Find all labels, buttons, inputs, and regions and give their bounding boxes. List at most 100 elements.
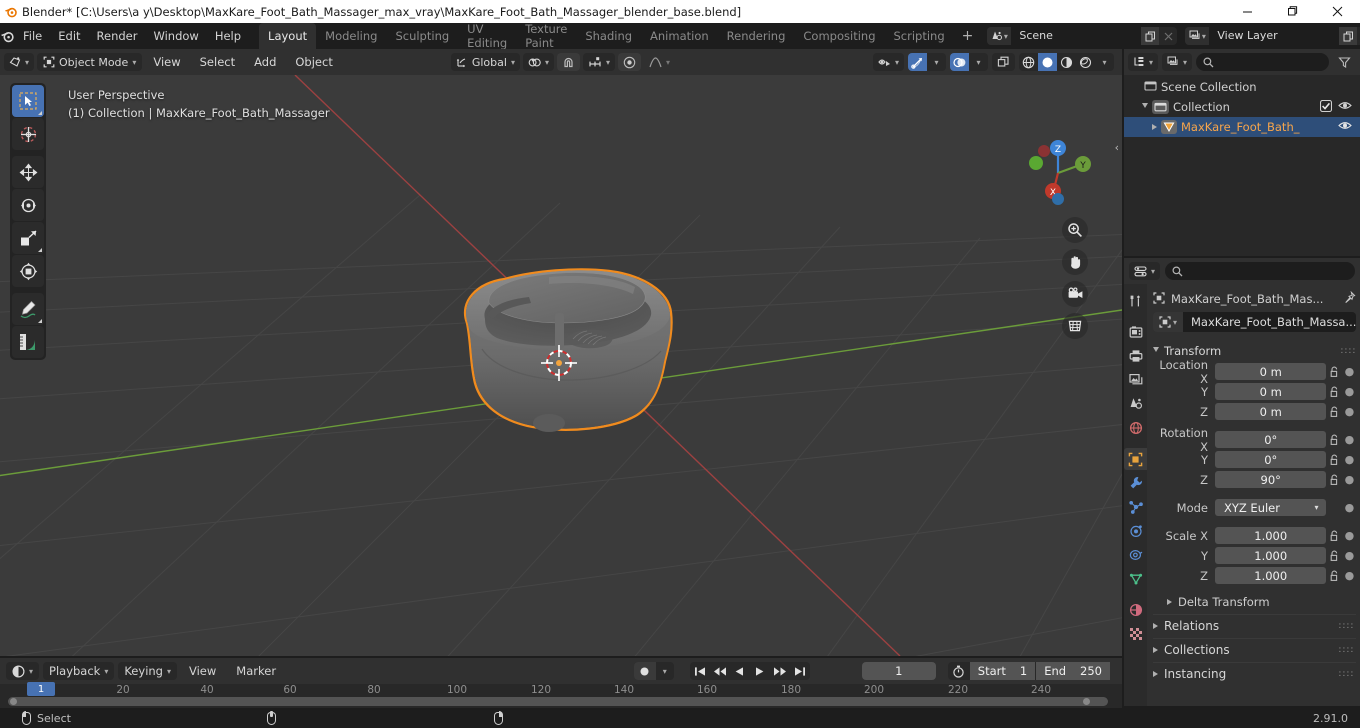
minimize-button[interactable] — [1225, 0, 1270, 23]
blender-menu-icon[interactable] — [0, 29, 15, 44]
animate-property-icon[interactable]: ● — [1342, 501, 1356, 514]
material-preview-icon[interactable] — [1057, 53, 1076, 71]
rotation-x-field[interactable]: 0° — [1215, 431, 1327, 448]
lock-icon[interactable] — [1326, 530, 1342, 542]
navigation-gizmo[interactable]: Z Y X — [1022, 137, 1094, 209]
animate-property-icon[interactable]: ● — [1342, 529, 1356, 542]
scale-x-field[interactable]: 1.000 — [1215, 527, 1327, 544]
menu-window[interactable]: Window — [145, 27, 206, 45]
world-globe-icon[interactable] — [1124, 417, 1147, 439]
lock-icon[interactable] — [1326, 366, 1342, 378]
tab-uv-editing[interactable]: UV Editing — [458, 22, 516, 50]
object-id-block[interactable]: ▾ MaxKare_Foot_Bath_Massa... — [1153, 312, 1357, 332]
new-view-layer-button[interactable] — [1339, 27, 1358, 45]
sidebar-toggle-arrow[interactable]: ‹ — [1115, 141, 1119, 154]
annotate-tool-button[interactable] — [12, 293, 44, 325]
outliner-id-type-icon[interactable]: ▾ — [1162, 53, 1193, 71]
outliner-row-scene-collection[interactable]: Scene Collection — [1124, 77, 1360, 97]
next-keyframe-icon[interactable] — [770, 662, 790, 680]
scene-selector[interactable]: ▾ Scene — [987, 27, 1178, 45]
gizmo-icon[interactable] — [908, 53, 927, 71]
scale-y-field[interactable]: 1.000 — [1215, 547, 1327, 564]
tab-compositing[interactable]: Compositing — [794, 23, 884, 49]
tab-layout[interactable]: Layout — [259, 23, 317, 49]
viewport-menu-view[interactable]: View — [145, 53, 188, 71]
properties-editor[interactable]: ▾ MaxKare_Foot_Bath_Mas... ▾ MaxKare_Foo… — [1124, 258, 1360, 706]
tab-animation[interactable]: Animation — [641, 23, 718, 49]
viewport-menu-object[interactable]: Object — [287, 53, 340, 71]
texture-checker-icon[interactable] — [1124, 623, 1147, 645]
viewport-canvas[interactable]: User Perspective (1) Collection | MaxKar… — [0, 75, 1122, 656]
auto-keying-options-chevron[interactable]: ▾ — [656, 662, 674, 680]
timeline-track[interactable]: 20 40 60 80 100 120 140 160 180 200 220 … — [0, 682, 1122, 708]
timeline-editor[interactable]: ▾ Playback ▾ Keying ▾ View Marker ▾ 1 St… — [0, 658, 1122, 708]
jump-end-icon[interactable] — [790, 662, 810, 680]
lock-icon[interactable] — [1326, 570, 1342, 582]
view-layer-name[interactable]: View Layer — [1209, 27, 1340, 45]
prev-keyframe-icon[interactable] — [710, 662, 730, 680]
animate-property-icon[interactable]: ● — [1342, 365, 1356, 378]
material-sphere-icon[interactable] — [1124, 599, 1147, 621]
stopwatch-icon[interactable] — [948, 662, 970, 680]
tab-rendering[interactable]: Rendering — [718, 23, 795, 49]
checkbox-icon[interactable] — [1319, 99, 1333, 115]
jump-start-icon[interactable] — [690, 662, 710, 680]
mesh-data-triangle-icon[interactable] — [1124, 568, 1147, 590]
scene-name[interactable]: Scene — [1011, 27, 1142, 45]
timeline-menu-view[interactable]: View — [181, 664, 224, 678]
viewport-menu-add[interactable]: Add — [246, 53, 284, 71]
eye-icon[interactable] — [1338, 100, 1352, 114]
overlays-icon[interactable] — [950, 53, 969, 71]
particles-icon[interactable] — [1124, 496, 1147, 518]
tab-texture-paint[interactable]: Texture Paint — [516, 22, 576, 50]
frame-end-field[interactable]: End 250 — [1036, 662, 1110, 680]
tab-scripting[interactable]: Scripting — [885, 23, 954, 49]
pan-hand-icon[interactable] — [1062, 249, 1088, 275]
physics-orbit-icon[interactable] — [1124, 520, 1147, 542]
images-icon[interactable] — [1124, 369, 1147, 391]
scrollbar-handle-left[interactable] — [10, 698, 17, 705]
wireframe-icon[interactable] — [1019, 53, 1038, 71]
rotation-mode-select[interactable]: XYZ Euler ▾ — [1215, 499, 1327, 516]
shading-options-chevron[interactable]: ▾ — [1095, 53, 1114, 71]
object-name-field[interactable]: MaxKare_Foot_Bath_Massa... — [1183, 312, 1357, 332]
overlays-options-chevron[interactable]: ▾ — [969, 53, 988, 71]
new-scene-button[interactable] — [1141, 27, 1160, 45]
transform-tool-button[interactable] — [12, 255, 44, 287]
timeline-editor-icon[interactable]: ▾ — [6, 662, 40, 680]
tab-shading[interactable]: Shading — [576, 23, 641, 49]
panel-drag-dots[interactable]: :::: — [1338, 669, 1356, 679]
animate-property-icon[interactable]: ● — [1342, 549, 1356, 562]
lock-icon[interactable] — [1326, 434, 1342, 446]
timeline-menu-marker[interactable]: Marker — [228, 664, 284, 678]
view-layer-selector[interactable]: ▾ View Layer — [1185, 27, 1360, 45]
pin-icon[interactable] — [1343, 290, 1356, 307]
move-tool-button[interactable] — [12, 156, 44, 188]
animate-property-icon[interactable]: ● — [1342, 473, 1356, 486]
outliner-row-collection[interactable]: Collection — [1124, 97, 1360, 117]
playhead[interactable]: 1 — [27, 682, 55, 696]
viewport-menu-select[interactable]: Select — [192, 53, 243, 71]
scene-cone-icon[interactable] — [1124, 393, 1147, 415]
maximize-button[interactable] — [1270, 0, 1315, 23]
camera-back-icon[interactable] — [1124, 321, 1147, 343]
pivot-point-selector[interactable]: ▾ — [522, 53, 554, 71]
constraint-icon[interactable] — [1124, 544, 1147, 566]
printer-icon[interactable] — [1124, 345, 1147, 367]
timeline-menu-keying[interactable]: Keying ▾ — [118, 662, 177, 680]
3d-viewport[interactable]: User Perspective (1) Collection | MaxKar… — [0, 49, 1122, 656]
cursor-tool-button[interactable] — [12, 118, 44, 150]
tool-icon[interactable] — [1124, 290, 1147, 312]
delta-transform-subpanel[interactable]: Delta Transform — [1153, 592, 1356, 612]
location-z-field[interactable]: 0 m — [1215, 403, 1327, 420]
transform-orientation-selector[interactable]: Global ▾ — [450, 53, 520, 71]
camera-view-icon[interactable] — [1062, 281, 1088, 307]
panel-drag-dots[interactable]: :::: — [1338, 621, 1356, 631]
unlink-scene-button[interactable] — [1159, 27, 1177, 45]
frame-start-field[interactable]: Start 1 — [969, 662, 1036, 680]
menu-edit[interactable]: Edit — [50, 27, 88, 45]
rotation-z-field[interactable]: 90° — [1215, 471, 1327, 488]
magnet-icon[interactable] — [556, 53, 580, 71]
proportional-edit-icon[interactable] — [617, 53, 641, 71]
panel-drag-dots[interactable]: :::: — [1340, 346, 1356, 356]
